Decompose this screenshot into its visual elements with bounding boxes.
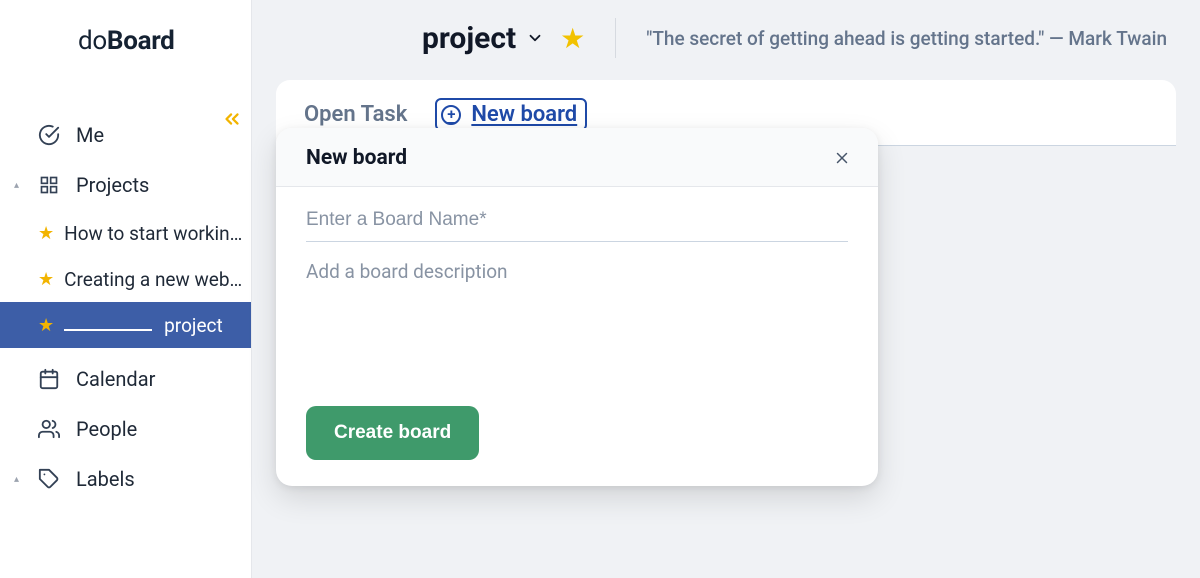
redacted-text <box>64 329 152 331</box>
main: project ★ "The secret of getting ahead i… <box>252 0 1200 578</box>
tab-new-board-label: New board <box>471 102 577 127</box>
check-circle-icon <box>38 124 60 146</box>
tab-new-board[interactable]: + New board <box>435 98 587 131</box>
logo[interactable]: doBoard <box>0 0 251 80</box>
header: project ★ "The secret of getting ahead i… <box>252 0 1200 74</box>
tab-open-task[interactable]: Open Task <box>304 102 407 127</box>
nav-projects[interactable]: ▴ Projects <box>0 160 251 210</box>
sidebar-item-label: Creating a new web… <box>64 268 242 291</box>
logo-icon <box>34 24 68 58</box>
new-board-modal: New board Create board <box>276 128 878 486</box>
sidebar-item-project-0[interactable]: ★ How to start workin… <box>0 210 251 256</box>
logo-text: doBoard <box>78 26 175 56</box>
sidebar-item-label: How to start workin… <box>64 222 242 245</box>
tag-icon <box>38 468 60 490</box>
nav-labels[interactable]: ▴ Labels <box>0 454 251 504</box>
chevron-down-icon[interactable] <box>526 29 544 47</box>
modal-header: New board <box>276 128 878 187</box>
modal-title: New board <box>306 146 407 170</box>
modal-body: Create board <box>276 187 878 486</box>
plus-circle-icon: + <box>441 105 461 125</box>
board-name-input[interactable] <box>306 195 848 242</box>
nav-people-label: People <box>76 417 137 441</box>
calendar-icon <box>38 368 60 390</box>
nav: Me ▴ Projects ★ How to start workin… ★ C… <box>0 110 251 504</box>
sidebar-item-project-2[interactable]: ★ project <box>0 302 251 348</box>
sidebar-item-label: project <box>164 314 223 337</box>
create-board-button[interactable]: Create board <box>306 406 479 460</box>
project-title: project <box>422 21 516 56</box>
grid-icon <box>38 174 60 196</box>
nav-calendar-label: Calendar <box>76 367 155 391</box>
divider <box>615 18 616 58</box>
star-icon: ★ <box>38 315 54 336</box>
collapse-triangle-icon[interactable]: ▴ <box>14 180 19 191</box>
nav-labels-label: Labels <box>76 467 135 491</box>
header-quote: "The secret of getting ahead is getting … <box>646 27 1167 50</box>
close-icon[interactable] <box>832 148 852 168</box>
nav-me-label: Me <box>76 123 104 147</box>
nav-projects-label: Projects <box>76 173 149 197</box>
collapse-triangle-icon[interactable]: ▴ <box>14 474 19 485</box>
nav-people[interactable]: People <box>0 404 251 454</box>
board-description-input[interactable] <box>306 242 848 402</box>
star-icon: ★ <box>38 223 54 244</box>
favorite-star-icon[interactable]: ★ <box>560 22 585 55</box>
sidebar-item-project-1[interactable]: ★ Creating a new web… <box>0 256 251 302</box>
project-title-group: project ★ <box>422 21 585 56</box>
people-icon <box>38 418 60 440</box>
star-icon: ★ <box>38 269 54 290</box>
content: Open Task + New board New board Crea <box>252 74 1200 146</box>
nav-me[interactable]: Me <box>0 110 251 160</box>
nav-calendar[interactable]: Calendar <box>0 354 251 404</box>
sidebar: doBoard Me ▴ Projects ★ How to start <box>0 0 252 578</box>
